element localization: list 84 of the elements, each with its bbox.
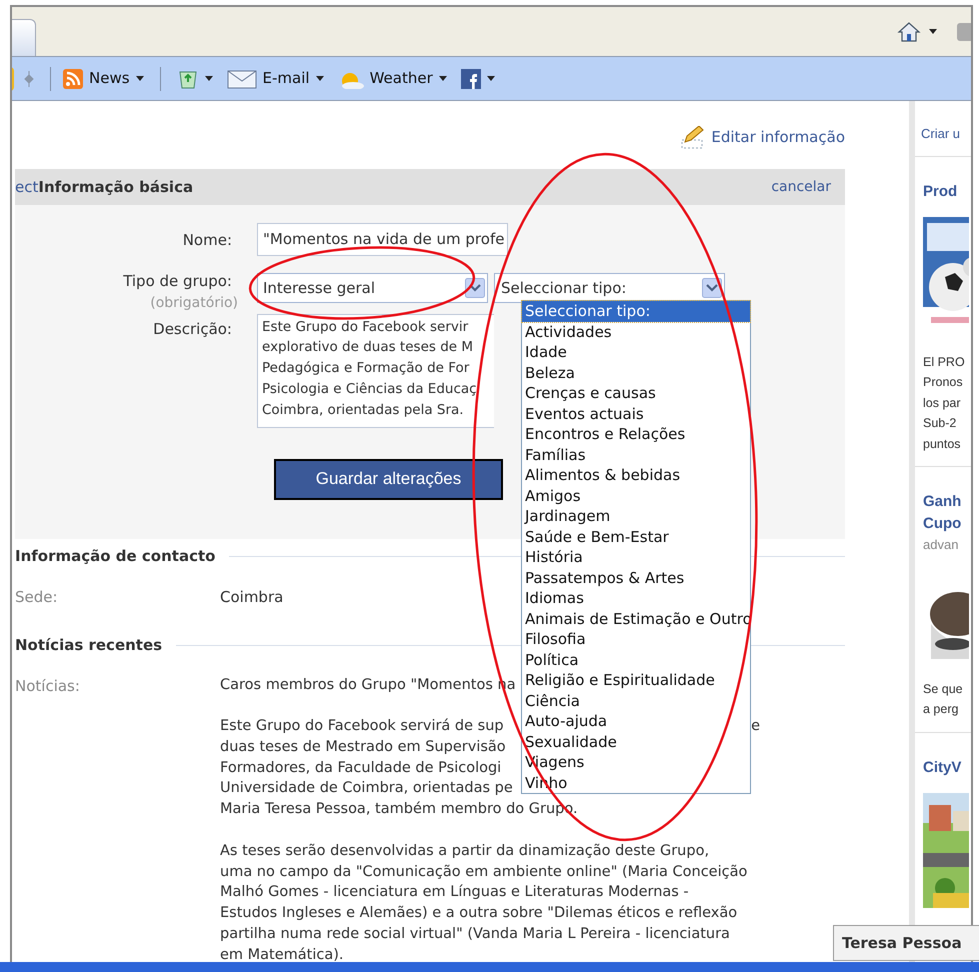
field-text: Psicologia e Ciências da Educaç: [262, 380, 477, 399]
ad-text: Pronos: [923, 374, 963, 391]
envelope-icon: [226, 68, 257, 88]
dropdown-option[interactable]: Auto-ajuda: [522, 711, 750, 732]
dropdown-option[interactable]: Política: [522, 650, 750, 670]
ad-text: los par: [923, 394, 961, 412]
cancel-link[interactable]: cancelar: [771, 176, 831, 198]
name-field[interactable]: "Momentos na vida de um profe: [257, 223, 508, 256]
toolbar-button[interactable]: News: [61, 66, 146, 92]
chat-tab[interactable]: Teresa Pessoa: [833, 925, 979, 961]
ad-title[interactable]: Ganh: [923, 491, 962, 513]
dropdown-option[interactable]: Alimentos & bebidas: [522, 465, 750, 486]
dropdown-option[interactable]: Amigos: [522, 486, 750, 506]
facebook-icon: [460, 68, 481, 88]
group-type-select[interactable]: Interesse geral: [257, 273, 488, 303]
news-text: uma no campo da "Comunicação em ambiente online" (Maria Conceição: [220, 862, 748, 882]
dropdown-option[interactable]: Jardinagem: [522, 506, 750, 526]
news-text: Universidade de Coimbra, orientadas pe: [220, 779, 513, 798]
dropdown-option[interactable]: Passatempos & Artes: [522, 568, 750, 588]
info-label: Sede:: [15, 586, 59, 608]
dropdown-option[interactable]: Idade: [522, 342, 750, 362]
dropdown-option[interactable]: Famílias: [522, 444, 750, 465]
dropdown-option[interactable]: Idiomas: [522, 588, 750, 608]
description-field[interactable]: Este Grupo do Facebook servir explorativo de duas teses de M Pedagógica e Formação de For Psicologia e Ciências da Educaç Coimbra, orientadas pela Sra.: [257, 314, 494, 428]
edit-info-link[interactable]: Editar informação: [681, 126, 845, 148]
field-label: Descrição:: [153, 318, 232, 340]
section-title: Informação básica: [38, 176, 194, 198]
ad-title[interactable]: Cupo: [923, 513, 962, 535]
toolbar-button[interactable]: Weather: [336, 66, 449, 92]
field-text: explorativo de duas teses de M: [262, 338, 474, 358]
recycle-bin-icon: [176, 68, 199, 88]
ad-title[interactable]: CityV: [923, 756, 962, 778]
ad-title[interactable]: Prod: [923, 180, 958, 202]
news-text: partilha numa rede social virtual" (Vanda Maria L Pereira - licenciatura: [220, 925, 730, 944]
dropdown-option[interactable]: Actividades: [522, 322, 750, 342]
field-value: "Momentos na vida de um profe: [263, 229, 504, 250]
dropdown-option[interactable]: Crenças e causas: [522, 383, 750, 404]
dropdown-option[interactable]: Saúde e Bem-Estar: [522, 526, 750, 547]
section-heading: Notícias recentes: [15, 635, 162, 656]
ad-text: a perg: [923, 701, 958, 718]
create-link[interactable]: Criar u: [921, 124, 960, 144]
caret-icon: [136, 76, 144, 81]
news-text: As teses serão desenvolvidas a partir da dinamização deste Grupo,: [220, 842, 710, 861]
dropdown-option[interactable]: Encontros e Relações: [522, 424, 750, 444]
ad-text: puntos: [923, 436, 961, 453]
caret-icon[interactable]: [929, 29, 937, 34]
browser-tab[interactable]: [12, 19, 36, 56]
caret-icon: [486, 76, 495, 81]
caret-icon: [438, 76, 447, 81]
ad-text: El PRO: [923, 354, 965, 370]
dropdown-option[interactable]: Beleza: [522, 362, 750, 383]
dropdown-option[interactable]: Eventos actuais: [522, 404, 750, 424]
field-label: Nome:: [182, 230, 232, 251]
ad-text: Se que: [923, 680, 963, 698]
section-heading: Informação de contacto: [15, 546, 216, 567]
news-text: em Matemática).: [220, 946, 344, 965]
news-text: Estudos Ingleses e Alemães) e a outra sobre "Dilemas éticos e reflexão: [220, 904, 738, 924]
ad-sponsor: advan: [923, 536, 958, 554]
pencil-icon: [681, 126, 706, 148]
info-value: Coimbra: [220, 586, 284, 608]
required-hint: (obrigatório): [150, 294, 238, 312]
dropdown-option[interactable]: Ciência: [522, 690, 750, 711]
news-text: Este Grupo do Facebook servirá de sup: [220, 717, 504, 736]
dropdown-option[interactable]: Sexualidade: [522, 732, 750, 752]
field-text: Este Grupo do Facebook servir: [262, 318, 468, 336]
field-text: Pedagógica e Formação de For: [262, 359, 470, 378]
news-text: Formadores, da Faculdade de Psicologi: [220, 758, 502, 778]
dropdown-option[interactable]: Seleccionar tipo:: [522, 301, 750, 322]
save-button[interactable]: Guardar alterações: [274, 458, 503, 500]
news-text: duas teses de Mestrado em Supervisão: [220, 738, 506, 757]
ad-text: Sub-2: [923, 415, 956, 432]
dropdown-option[interactable]: Filosofia: [522, 629, 750, 650]
news-text: e: [751, 717, 760, 736]
toolbar-button[interactable]: E-mail: [224, 66, 326, 92]
dropdown-option[interactable]: Religião e Espiritualidade: [522, 670, 750, 690]
cut-link[interactable]: ect: [15, 176, 38, 198]
caret-icon: [316, 76, 324, 81]
news-text: Malhó Gomes - licenciatura em Línguas e Literaturas Modernas -: [220, 883, 689, 902]
home-icon[interactable]: [897, 20, 921, 42]
caret-icon: [204, 76, 213, 81]
info-label: Notícias:: [15, 676, 81, 696]
dropdown-option[interactable]: História: [522, 547, 750, 568]
field-text: Coimbra, orientadas pela Sra.: [262, 400, 464, 420]
field-label: Tipo de grupo:: [123, 271, 232, 292]
